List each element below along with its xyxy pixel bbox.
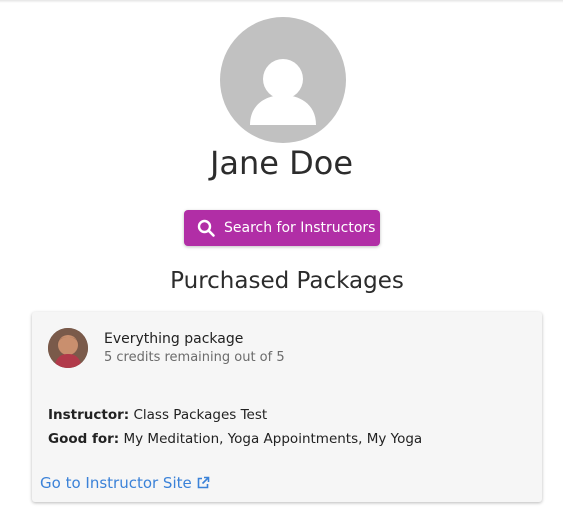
section-title: Purchased Packages bbox=[170, 268, 404, 294]
instructor-avatar bbox=[48, 328, 88, 368]
top-divider bbox=[0, 0, 563, 3]
instructor-site-link[interactable]: Go to Instructor Site bbox=[40, 473, 210, 493]
good-for-label: Good for: bbox=[48, 431, 120, 447]
package-card: Everything package 5 credits remaining o… bbox=[32, 312, 542, 502]
package-credits: 5 credits remaining out of 5 bbox=[104, 350, 285, 365]
external-link-icon bbox=[196, 476, 210, 490]
search-icon bbox=[196, 218, 216, 238]
package-name: Everything package bbox=[104, 331, 244, 347]
avatar bbox=[220, 17, 346, 143]
good-for-value: My Meditation, Yoga Appointments, My Yog… bbox=[123, 431, 423, 447]
search-instructors-label: Search for Instructors bbox=[224, 220, 376, 236]
instructor-site-label: Go to Instructor Site bbox=[40, 474, 192, 492]
person-icon bbox=[250, 59, 316, 125]
instructor-label: Instructor: bbox=[48, 407, 130, 423]
good-for-row: Good for: My Meditation, Yoga Appointmen… bbox=[48, 430, 422, 448]
profile-page: Jane Doe Search for Instructors Purchase… bbox=[0, 0, 563, 518]
instructor-row: Instructor: Class Packages Test bbox=[48, 406, 267, 424]
instructor-value: Class Packages Test bbox=[133, 407, 268, 423]
search-instructors-button[interactable]: Search for Instructors bbox=[184, 210, 380, 246]
profile-name: Jane Doe bbox=[209, 144, 354, 182]
